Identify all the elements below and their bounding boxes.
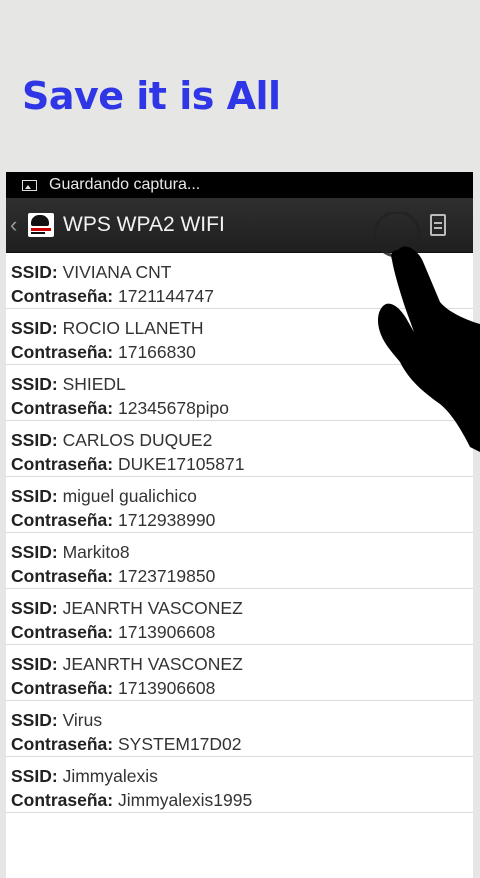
ssid-label: SSID: xyxy=(11,766,58,786)
ssid-label: SSID: xyxy=(11,710,58,730)
ssid-label: SSID: xyxy=(11,542,58,562)
ssid-value: JEANRTH VASCONEZ xyxy=(62,654,243,674)
password-value: 12345678pipo xyxy=(117,398,229,418)
ssid-value: ROCIO LLANETH xyxy=(62,318,204,338)
password-value: 1713906608 xyxy=(117,678,216,698)
password-label: Contraseña: xyxy=(11,342,114,362)
ssid-value: VIVIANA CNT xyxy=(62,262,172,282)
image-icon xyxy=(22,179,37,191)
ssid-value: miguel gualichico xyxy=(62,486,197,506)
password-label: Contraseña: xyxy=(11,398,114,418)
password-value: 1723719850 xyxy=(117,566,216,586)
list-item[interactable]: SSID: Virus Contraseña: SYSTEM17D02 xyxy=(6,701,473,757)
app-logo-icon[interactable] xyxy=(28,213,54,237)
password-value: 1713906608 xyxy=(117,622,216,642)
password-value: DUKE17105871 xyxy=(117,454,245,474)
password-label: Contraseña: xyxy=(11,678,114,698)
list-item[interactable]: SSID: miguel gualichico Contraseña: 1712… xyxy=(6,477,473,533)
password-value: 1712938990 xyxy=(117,510,216,530)
status-bar: Guardando captura... xyxy=(6,172,473,198)
password-label: Contraseña: xyxy=(11,454,114,474)
ssid-label: SSID: xyxy=(11,430,58,450)
ssid-value: SHIEDL xyxy=(62,374,126,394)
password-value: Jimmyalexis1995 xyxy=(117,790,253,810)
password-label: Contraseña: xyxy=(11,790,114,810)
ssid-label: SSID: xyxy=(11,598,58,618)
password-label: Contraseña: xyxy=(11,286,114,306)
password-label: Contraseña: xyxy=(11,566,114,586)
password-label: Contraseña: xyxy=(11,622,114,642)
status-text: Guardando captura... xyxy=(49,176,201,193)
app-title: WPS WPA2 WIFI xyxy=(63,213,225,236)
ssid-value: Jimmyalexis xyxy=(62,766,158,786)
ssid-value: CARLOS DUQUE2 xyxy=(62,430,213,450)
ssid-value: Markito8 xyxy=(62,542,130,562)
ssid-label: SSID: xyxy=(11,486,58,506)
password-label: Contraseña: xyxy=(11,510,114,530)
password-value: 1721144747 xyxy=(117,286,215,306)
ssid-value: JEANRTH VASCONEZ xyxy=(62,598,243,618)
ssid-label: SSID: xyxy=(11,262,58,282)
chevron-left-icon[interactable]: ‹ xyxy=(10,212,22,238)
password-value: SYSTEM17D02 xyxy=(117,734,242,754)
list-item[interactable]: SSID: JEANRTH VASCONEZ Contraseña: 17139… xyxy=(6,589,473,645)
ssid-label: SSID: xyxy=(11,374,58,394)
password-label: Contraseña: xyxy=(11,734,114,754)
pointing-hand-icon xyxy=(373,212,480,452)
promo-headline: Save it is All xyxy=(22,74,281,118)
list-item[interactable]: SSID: Markito8 Contraseña: 1723719850 xyxy=(6,533,473,589)
ssid-value: Virus xyxy=(62,710,103,730)
ssid-label: SSID: xyxy=(11,654,58,674)
list-item[interactable]: SSID: Jimmyalexis Contraseña: Jimmyalexi… xyxy=(6,757,473,813)
ssid-label: SSID: xyxy=(11,318,58,338)
list-item[interactable]: SSID: JEANRTH VASCONEZ Contraseña: 17139… xyxy=(6,645,473,701)
password-value: 17166830 xyxy=(117,342,196,362)
